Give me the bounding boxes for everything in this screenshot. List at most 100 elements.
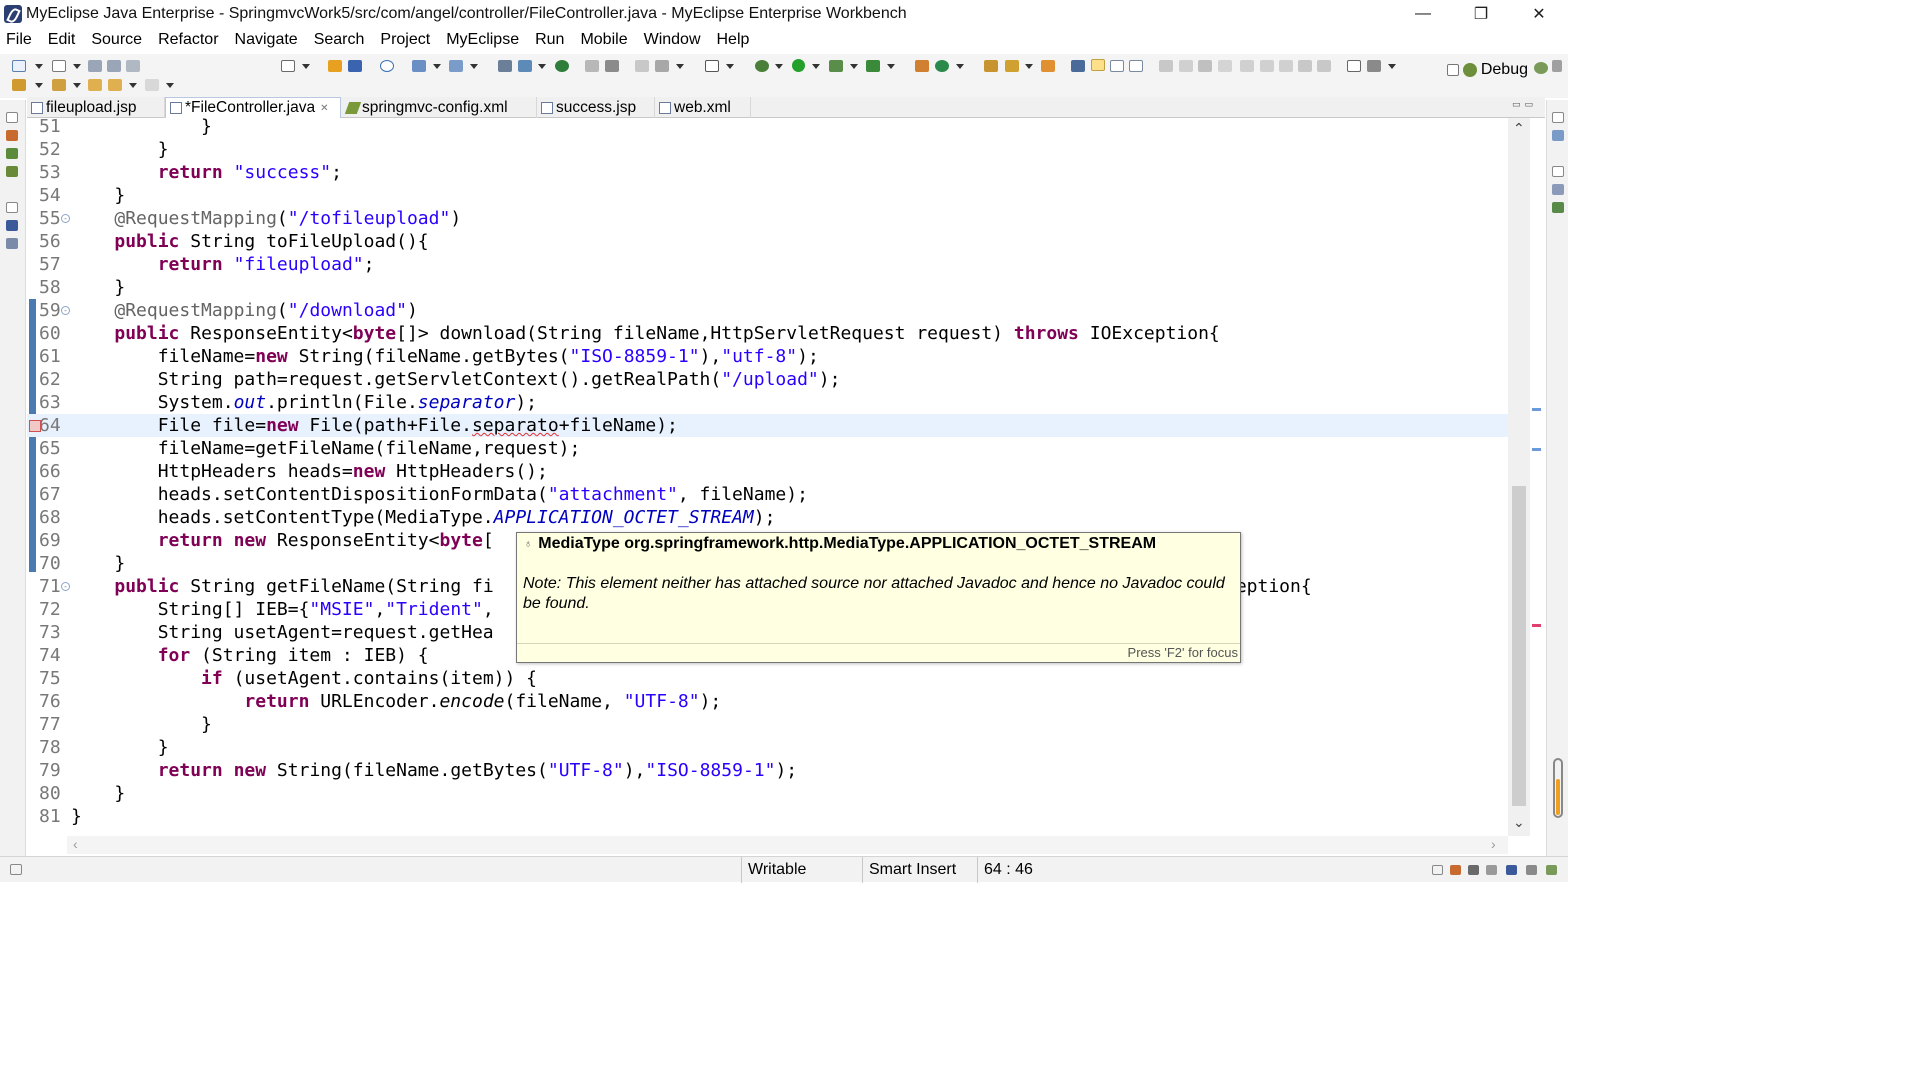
disconnect-icon[interactable] — [1218, 60, 1232, 72]
fold-toggle-icon[interactable]: - — [61, 214, 70, 223]
code-line[interactable]: 65 fileName=getFileName(fileName,request… — [27, 437, 1509, 460]
back-dropdown-icon[interactable] — [129, 83, 137, 88]
show-whitespace-icon[interactable] — [1129, 60, 1143, 72]
code-line[interactable]: 75 if (usetAgent.contains(item)) { — [27, 667, 1509, 690]
servers-icon[interactable] — [6, 220, 18, 231]
code-line[interactable]: 77 } — [27, 713, 1509, 736]
error-mark[interactable] — [1532, 624, 1541, 627]
perspective-switcher[interactable]: Debug — [1446, 59, 1528, 81]
tab-springmvc-config-xml[interactable]: springmvc-config.xml — [343, 97, 537, 118]
menu-refactor[interactable]: Refactor — [155, 31, 221, 49]
tray-console-icon[interactable] — [1468, 865, 1479, 875]
code-line[interactable]: 55- @RequestMapping("/tofileupload") — [27, 207, 1509, 230]
menu-navigate[interactable]: Navigate — [232, 31, 301, 49]
package-icon[interactable] — [328, 60, 342, 72]
code-line[interactable]: 66 HttpHeaders heads=new HttpHeaders(); — [27, 460, 1509, 483]
next-annotation-dropdown-icon[interactable] — [35, 83, 43, 88]
code-line[interactable]: 62 String path=request.getServletContext… — [27, 368, 1509, 391]
browser-icon[interactable] — [518, 60, 532, 72]
back-icon[interactable] — [108, 79, 122, 91]
toolbar-overflow-icon[interactable] — [1552, 60, 1562, 72]
tray-tasks-icon[interactable] — [1546, 865, 1557, 875]
fast-view-icon[interactable] — [10, 864, 22, 875]
tools-dropdown-icon[interactable] — [1388, 64, 1396, 69]
code-line[interactable]: 54 } — [27, 184, 1509, 207]
previous-annotation-dropdown-icon[interactable] — [73, 83, 81, 88]
fold-toggle-icon[interactable]: - — [61, 582, 70, 591]
forward-icon[interactable] — [145, 79, 159, 91]
previous-annotation-icon[interactable] — [52, 79, 66, 91]
restore-view-2-icon[interactable] — [6, 202, 18, 213]
menu-run[interactable]: Run — [532, 31, 567, 49]
properties-icon[interactable] — [1552, 184, 1564, 195]
image-editor-icon[interactable] — [635, 60, 649, 72]
type-hierarchy-icon[interactable] — [6, 166, 18, 177]
code-line[interactable]: 59- @RequestMapping("/download") — [27, 299, 1509, 322]
external-tools-icon[interactable] — [866, 60, 880, 72]
junit-icon[interactable] — [6, 148, 18, 159]
suspend-icon[interactable] — [1179, 60, 1193, 72]
run-icon[interactable] — [792, 59, 805, 72]
code-line[interactable]: 56 public String toFileUpload(){ — [27, 230, 1509, 253]
open-type-icon[interactable] — [281, 60, 295, 72]
mark-occurrences-icon[interactable] — [1091, 59, 1105, 71]
tools-icon[interactable] — [1367, 60, 1381, 72]
new-dropdown-icon[interactable] — [35, 64, 43, 69]
code-line[interactable]: 63 System.out.println(File.separator); — [27, 391, 1509, 414]
vertical-scrollbar[interactable]: ⌃ ⌄ — [1508, 118, 1530, 836]
menu-project[interactable]: Project — [377, 31, 433, 49]
menu-source[interactable]: Source — [88, 31, 145, 49]
close-tab-icon[interactable]: ✕ — [320, 103, 328, 114]
error-marker-icon[interactable] — [29, 420, 41, 432]
outline-icon[interactable] — [1552, 130, 1564, 141]
occurrence-mark[interactable] — [1532, 408, 1541, 411]
code-line[interactable]: 68 heads.setContentType(MediaType.APPLIC… — [27, 506, 1509, 529]
use-step-filters-icon[interactable] — [1317, 60, 1331, 72]
code-line[interactable]: 64 File file=new File(path+File.separato… — [27, 414, 1509, 437]
code-line[interactable]: 58 } — [27, 276, 1509, 299]
restore-button[interactable]: ❐ — [1452, 0, 1510, 28]
coverage-icon[interactable] — [829, 60, 843, 72]
save-all-icon[interactable] — [107, 60, 121, 72]
code-line[interactable]: 53 return "success"; — [27, 161, 1509, 184]
deploy-icon[interactable] — [412, 60, 426, 72]
step-return-icon[interactable] — [1279, 60, 1293, 72]
forward-dropdown-icon[interactable] — [166, 83, 174, 88]
debug-icon[interactable] — [755, 60, 769, 72]
browser-dropdown-icon[interactable] — [538, 64, 546, 69]
run-dropdown-icon[interactable] — [812, 64, 820, 69]
code-line[interactable]: 80 } — [27, 782, 1509, 805]
code-line[interactable]: 60 public ResponseEntity<byte[]> downloa… — [27, 322, 1509, 345]
occurrence-mark[interactable] — [1532, 448, 1541, 451]
overview-ruler[interactable] — [1530, 118, 1544, 836]
coverage-dropdown-icon[interactable] — [850, 64, 858, 69]
new-class-icon[interactable] — [915, 60, 929, 72]
web-icon[interactable] — [555, 60, 569, 72]
code-line[interactable]: 51 } — [27, 118, 1509, 138]
package-explorer-icon[interactable] — [6, 130, 18, 141]
open-folder-icon[interactable] — [984, 60, 998, 72]
myeclipse-perspective-icon[interactable] — [1534, 62, 1548, 74]
new-package-icon[interactable] — [935, 60, 949, 72]
scroll-up-icon[interactable]: ⌃ — [1513, 120, 1525, 137]
new-project-icon[interactable] — [52, 60, 66, 72]
db-icon[interactable] — [585, 60, 599, 72]
next-annotation-icon[interactable] — [12, 79, 26, 91]
search-icon[interactable] — [1005, 60, 1019, 72]
code-line[interactable]: 57 return "fileupload"; — [27, 253, 1509, 276]
step-over-icon[interactable] — [1260, 60, 1274, 72]
new-package-dropdown-icon[interactable] — [956, 64, 964, 69]
menu-window[interactable]: Window — [641, 31, 704, 49]
tab-fileupload-jsp[interactable]: fileupload.jsp — [27, 97, 165, 118]
build-icon[interactable] — [348, 60, 362, 72]
db-browser-icon[interactable] — [6, 238, 18, 249]
last-edit-location-icon[interactable] — [88, 79, 102, 91]
tray-search-icon[interactable] — [1526, 865, 1537, 875]
new-icon[interactable] — [12, 60, 26, 72]
block-selection-icon[interactable] — [1110, 60, 1124, 72]
scroll-right-icon[interactable]: › — [1491, 836, 1496, 852]
task-icon[interactable] — [1041, 60, 1055, 72]
resume-icon[interactable] — [1159, 60, 1173, 72]
publish-icon[interactable] — [498, 60, 512, 72]
code-line[interactable]: 61 fileName=new String(fileName.getBytes… — [27, 345, 1509, 368]
